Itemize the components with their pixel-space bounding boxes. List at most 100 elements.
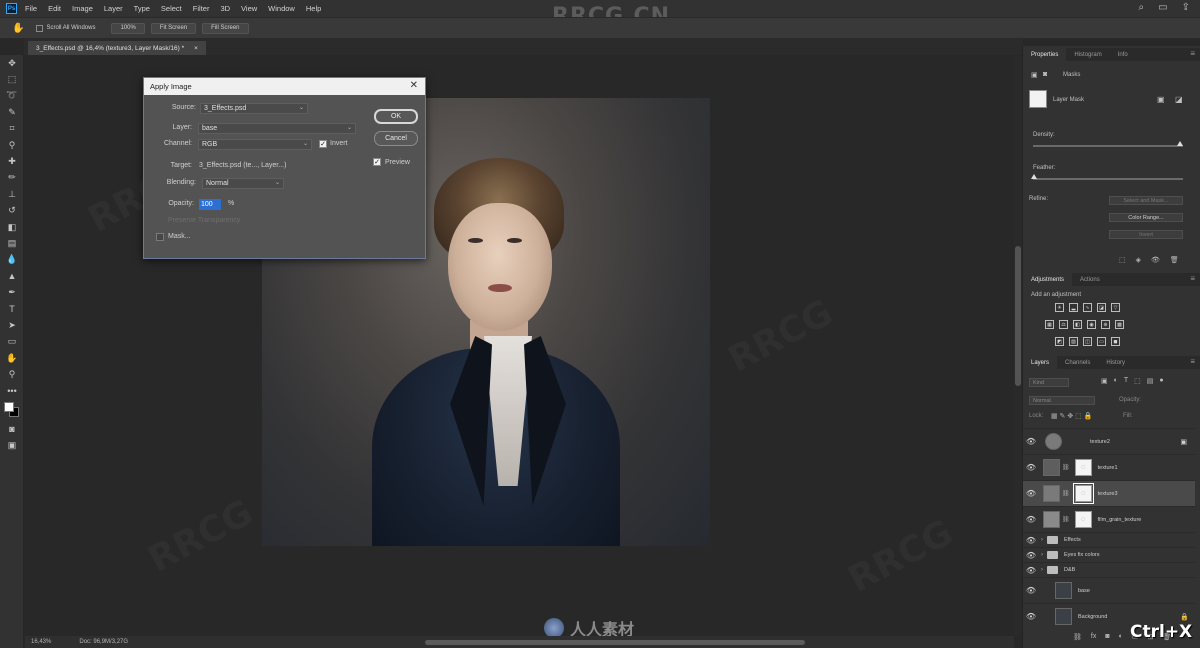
screen-mode-icon[interactable]: ▣ [0,438,24,454]
menu-edit[interactable]: Edit [48,4,61,13]
pen-tool-icon[interactable]: ✒ [0,284,24,300]
gradient-map-icon[interactable]: ▭ [1097,337,1106,346]
healing-tool-icon[interactable]: ✚ [0,153,24,169]
zoom-100-button[interactable]: 100% [111,22,145,34]
vector-mask-icon[interactable]: ◙ [1043,71,1047,78]
dialog-title-bar[interactable]: Apply Image ✕ [144,78,425,95]
type-tool-icon[interactable]: T [0,301,24,317]
invert-checkbox[interactable]: ✓ [319,140,327,148]
gradient-tool-icon[interactable]: ▤ [0,235,24,251]
more-tools-icon[interactable]: ••• [0,383,24,399]
blur-tool-icon[interactable]: 💧 [0,252,24,268]
layer-row[interactable]: 👁 base [1023,577,1195,603]
tab-info[interactable]: Info [1110,48,1136,61]
path-select-tool-icon[interactable]: ➤ [0,317,24,333]
add-mask-icon[interactable]: ◙ [1105,633,1109,641]
link-icon[interactable]: ⛓ [1062,516,1070,523]
load-selection-icon[interactable]: ⬚ [1119,256,1126,264]
status-zoom[interactable]: 16,43% [31,639,51,645]
levels-icon[interactable]: ▂ [1069,303,1078,312]
layer-group-row[interactable]: 👁 › Eyes fix colors [1023,547,1195,562]
mask-checkbox[interactable] [156,233,164,241]
layer-style-icon[interactable]: fx [1091,633,1096,641]
visibility-icon[interactable]: 👁 [1151,256,1160,264]
move-tool-icon[interactable]: ✥ [0,55,24,71]
exposure-icon[interactable]: ◪ [1097,303,1106,312]
share-icon[interactable]: ⇪ [1182,2,1190,13]
preview-checkbox[interactable]: ✓ [373,158,381,166]
apply-mask-icon[interactable]: ◈ [1136,256,1141,264]
threshold-icon[interactable]: ◫ [1083,337,1092,346]
layer-row[interactable]: 👁 ⛓ ◌ texture3 [1023,480,1195,506]
feather-slider-knob[interactable] [1031,174,1037,179]
menu-image[interactable]: Image [72,4,93,13]
menu-window[interactable]: Window [268,4,295,13]
invert-button[interactable]: Invert [1109,230,1183,239]
filter-shape-icon[interactable]: ⬚ [1134,377,1141,385]
tab-adjustments[interactable]: Adjustments [1023,273,1073,286]
hand-tool-icon[interactable]: ✋ [12,23,24,34]
eraser-tool-icon[interactable]: ◧ [0,219,24,235]
cancel-button[interactable]: Cancel [374,131,418,146]
eye-icon[interactable]: 👁 [1023,515,1039,524]
layer-kind-filter[interactable]: Kind [1029,378,1069,387]
photo-filter-icon[interactable]: ◉ [1087,320,1096,329]
quick-mask-icon[interactable]: ◙ [0,421,24,437]
lasso-tool-icon[interactable]: ➰ [0,88,24,104]
chevron-right-icon[interactable]: › [1041,552,1043,558]
blending-select[interactable]: Normal ⌄ [202,178,284,189]
document-tab[interactable]: 3_Effects.psd @ 16,4% (texture3, Layer M… [28,41,206,55]
layer-row[interactable]: 👁 ⛓ ◌ film_grain_texture [1023,506,1195,532]
tab-channels[interactable]: Channels [1057,356,1098,369]
zoom-tool-icon[interactable]: ⚲ [0,366,24,382]
eye-icon[interactable]: 👁 [1023,586,1039,595]
close-tab-icon[interactable]: × [194,45,198,52]
selective-color-icon[interactable]: ◼ [1111,337,1120,346]
tab-properties[interactable]: Properties [1023,48,1067,61]
menu-filter[interactable]: Filter [193,4,210,13]
color-range-button[interactable]: Color Range... [1109,213,1183,222]
blend-mode-select[interactable]: Normal [1029,396,1095,405]
search-icon[interactable]: ⌕ [1139,2,1145,13]
hue-saturation-icon[interactable]: ▦ [1045,320,1054,329]
shape-tool-icon[interactable]: ▭ [0,334,24,350]
brush-tool-icon[interactable]: ✏ [0,170,24,186]
layer-group-row[interactable]: 👁 › D&B [1023,562,1195,577]
marquee-tool-icon[interactable]: ⬚ [0,71,24,87]
menu-help[interactable]: Help [306,4,321,13]
scroll-all-checkbox[interactable] [36,24,44,32]
filter-type-icon[interactable]: T [1124,377,1128,385]
eye-icon[interactable]: 👁 [1023,612,1039,621]
select-mask-icon[interactable]: ▣ [1157,95,1165,104]
select-and-mask-button[interactable]: Select and Mask... [1109,196,1183,205]
layer-select[interactable]: base ⌄ [198,123,356,134]
vertical-scrollbar[interactable] [1014,56,1022,636]
vibrance-icon[interactable]: ▽ [1111,303,1120,312]
filter-pixel-icon[interactable]: ▣ [1101,377,1108,385]
channel-mixer-icon[interactable]: ⊕ [1101,320,1110,329]
close-icon[interactable]: ✕ [410,80,418,91]
source-select[interactable]: 3_Effects.psd ⌄ [200,103,308,114]
opacity-input[interactable]: 100 [199,199,221,210]
tab-layers[interactable]: Layers [1023,356,1058,369]
eyedropper-tool-icon[interactable]: ⚲ [0,137,24,153]
feather-slider[interactable] [1033,178,1183,180]
filter-toggle-icon[interactable]: ● [1159,377,1163,385]
menu-select[interactable]: Select [161,4,182,13]
color-lookup-icon[interactable]: ▩ [1115,320,1124,329]
fill-screen-button[interactable]: Fill Screen [202,22,249,34]
brightness-icon[interactable]: ☀ [1055,303,1064,312]
vertical-scroll-thumb[interactable] [1015,246,1021,386]
chevron-right-icon[interactable]: › [1041,537,1043,543]
stamp-tool-icon[interactable]: ⊥ [0,186,24,202]
color-balance-icon[interactable]: ⚖ [1059,320,1068,329]
menu-layer[interactable]: Layer [104,4,123,13]
menu-3d[interactable]: 3D [220,4,230,13]
quick-select-tool-icon[interactable]: ✎ [0,104,24,120]
new-adjustment-icon[interactable]: ◐ [1119,633,1123,641]
workspace-icon[interactable]: ▭ [1158,2,1167,13]
horizontal-scrollbar[interactable] [425,640,805,645]
link-layers-icon[interactable]: ⛓ [1073,633,1082,641]
layer-mask-thumbnail[interactable]: ◌ [1074,511,1092,528]
lock-icons[interactable]: ▦ ✎ ✥ ⬚ 🔒 [1051,412,1092,420]
